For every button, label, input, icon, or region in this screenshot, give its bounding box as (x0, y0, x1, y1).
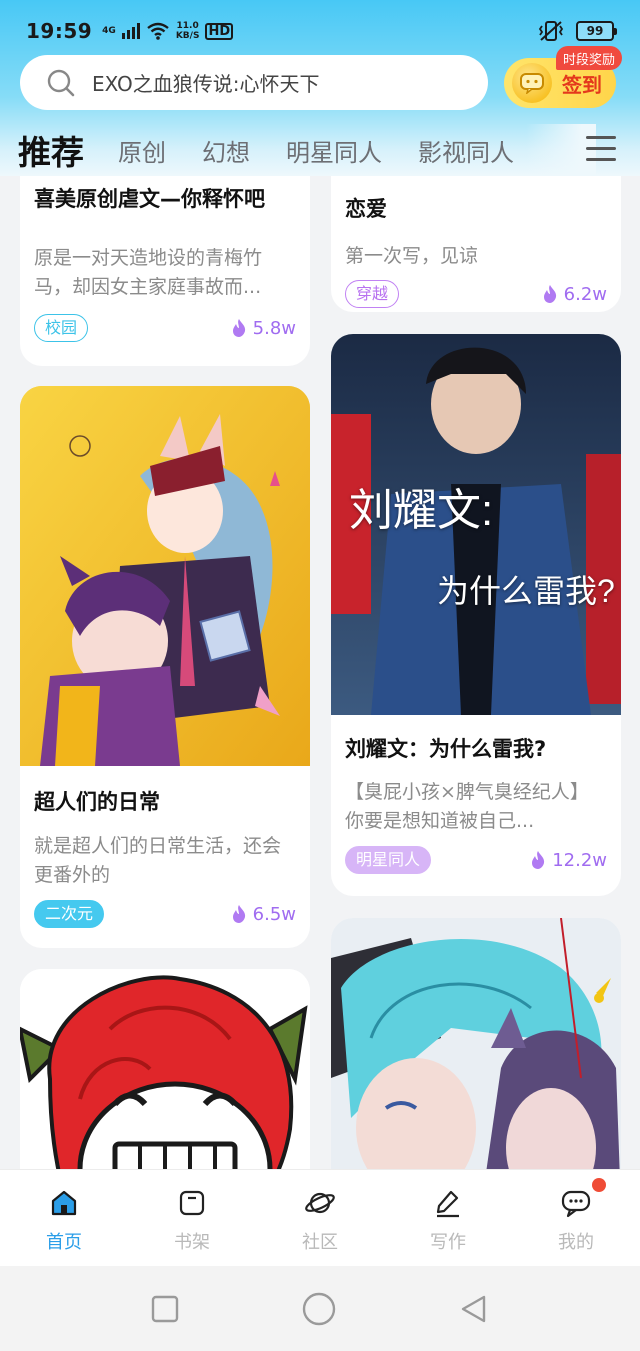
chat-bubble-icon (561, 1190, 591, 1218)
story-title: 恋爱 (345, 197, 387, 221)
story-title: 喜美原创虐文—你释怀吧 (34, 187, 265, 211)
flame-icon (232, 319, 245, 337)
network-type: 4G (102, 25, 116, 36)
story-card[interactable] (331, 918, 621, 1169)
nav-label: 书架 (174, 1232, 210, 1253)
story-feed[interactable]: 喜美原创虐文—你释怀吧 原是一对天造地设的青梅竹马，却因女主家庭事故而... 校… (0, 176, 640, 1169)
speed-value: 11.0 (176, 21, 199, 31)
wifi-icon (147, 22, 169, 40)
story-card[interactable]: 刘耀文: 为什么雷我? 刘耀文：为什么雷我? 【臭屁小孩×脾气臭经纪人】你要是想… (331, 334, 621, 896)
heat-count: 6.2w (563, 283, 607, 305)
vibrate-icon (538, 21, 564, 41)
rose-cover-image (20, 969, 310, 1169)
tab-film-fanfic[interactable]: 影视同人 (418, 133, 514, 168)
story-description: 第一次写，见谅 (345, 245, 479, 267)
back-icon[interactable] (459, 1294, 489, 1324)
story-description: 【臭屁小孩×脾气臭经纪人】你要是想知道被自己... (345, 781, 589, 832)
nav-label: 首页 (46, 1232, 82, 1253)
genre-tag[interactable]: 校园 (34, 314, 89, 342)
story-title: 刘耀文：为什么雷我? (345, 737, 547, 761)
heat-count: 6.5w (252, 903, 296, 925)
battery-icon: 99 (576, 21, 617, 41)
network-speed: 11.0 KB/S (176, 21, 200, 41)
genre-tag[interactable]: 明星同人 (345, 846, 432, 874)
cover-caption-2: 为什么雷我? (437, 573, 615, 609)
nav-label: 我的 (558, 1232, 594, 1253)
bookshelf-icon (179, 1190, 205, 1216)
planet-icon (305, 1192, 335, 1214)
genre-tag[interactable]: 二次元 (34, 900, 105, 928)
nav-home[interactable]: 首页 (0, 1170, 128, 1266)
speed-unit: KB/S (175, 31, 200, 41)
tab-recommend[interactable]: 推荐 (18, 126, 84, 174)
nav-community[interactable]: 社区 (256, 1170, 384, 1266)
anime-cover-image (20, 386, 310, 766)
story-title: 超人们的日常 (34, 790, 160, 814)
system-navigation-bar (0, 1266, 640, 1351)
search-input[interactable]: EXO之血狼传说:心怀天下 (20, 55, 488, 110)
heat-count: 5.8w (252, 317, 296, 339)
story-card[interactable] (20, 969, 310, 1169)
status-time: 19:59 (26, 19, 93, 43)
nav-bookshelf[interactable]: 书架 (128, 1170, 256, 1266)
search-suggestion: EXO之血狼传说:心怀天下 (92, 72, 320, 96)
story-card[interactable]: 恋爱 第一次写，见谅 穿越 6.2w (331, 176, 621, 312)
checkin-chat-icon (512, 63, 552, 103)
story-card[interactable]: 喜美原创虐文—你释怀吧 原是一对天造地设的青梅竹马，却因女主家庭事故而... 校… (20, 176, 310, 366)
hd-indicator: HD (205, 22, 234, 40)
recent-apps-icon[interactable] (151, 1295, 179, 1323)
anime-cover-image-2 (331, 918, 621, 1169)
search-icon (47, 69, 75, 96)
cover-caption-1: 刘耀文: (349, 486, 494, 535)
reward-badge: 时段奖励 (556, 46, 623, 70)
bottom-navigation: 首页 书架 社区 写作 我的 (0, 1169, 640, 1266)
genre-tag[interactable]: 穿越 (345, 280, 400, 308)
checkin-label: 签到 (562, 72, 602, 97)
nav-label: 社区 (302, 1232, 338, 1253)
battery-level: 99 (586, 24, 604, 38)
home-circle-icon[interactable] (302, 1292, 336, 1326)
category-tabs: 推荐 原创 幻想 明星同人 影视同人 (0, 124, 640, 176)
tab-celebrity-fanfic[interactable]: 明星同人 (286, 133, 382, 168)
status-indicators: 4G 11.0 KB/S HD (102, 21, 234, 41)
status-bar: 19:59 4G 11.0 KB/S HD 99 (0, 0, 640, 62)
story-description: 原是一对天造地设的青梅竹马，却因女主家庭事故而... (34, 247, 263, 298)
signal-icon (121, 23, 140, 39)
story-card[interactable]: 超人们的日常 就是超人们的日常生活，还会更番外的 二次元 6.5w (20, 386, 310, 948)
story-description: 就是超人们的日常生活，还会更番外的 (34, 835, 282, 886)
tab-original[interactable]: 原创 (118, 133, 166, 168)
tab-fantasy[interactable]: 幻想 (202, 133, 250, 168)
nav-label: 写作 (430, 1232, 466, 1253)
flame-icon (532, 851, 545, 869)
popularity: 5.8w (231, 318, 296, 339)
notification-dot (592, 1178, 606, 1192)
menu-icon[interactable] (586, 136, 616, 164)
flame-icon (543, 285, 556, 303)
nav-profile[interactable]: 我的 (512, 1170, 640, 1266)
nav-write[interactable]: 写作 (384, 1170, 512, 1266)
cover-photo: 刘耀文: 为什么雷我? (331, 334, 621, 715)
heat-count: 12.2w (552, 849, 607, 871)
popularity: 6.2w (542, 284, 607, 305)
flame-icon (232, 905, 245, 923)
popularity: 6.5w (231, 904, 296, 925)
pen-icon (436, 1190, 459, 1218)
home-icon (51, 1190, 77, 1216)
popularity: 12.2w (530, 850, 607, 871)
